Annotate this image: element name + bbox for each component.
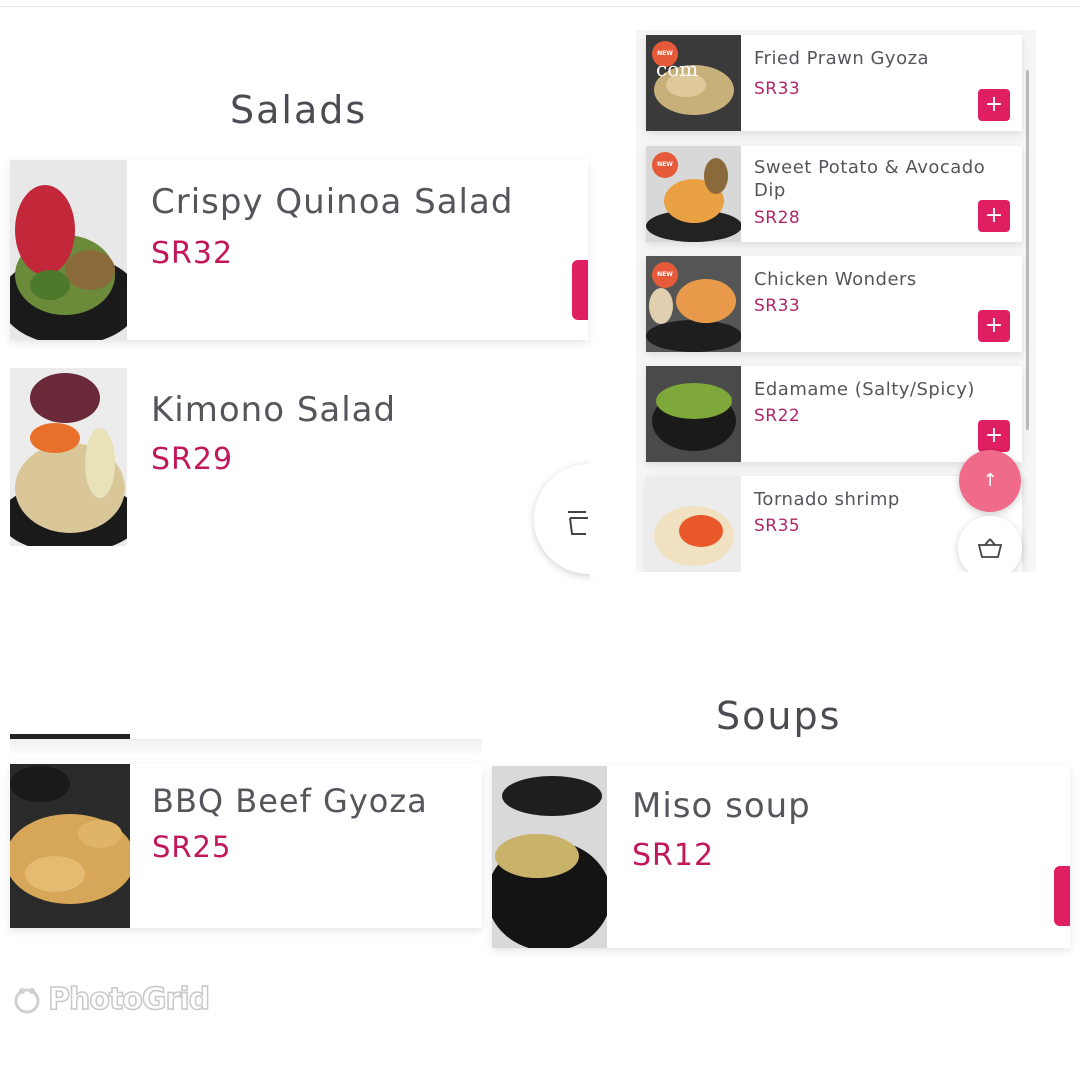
card-divider (10, 739, 482, 753)
item-price: SR28 (754, 208, 801, 228)
add-button[interactable]: + (978, 89, 1010, 121)
menu-item-card[interactable]: NEW com Fried Prawn Gyoza SR33 + (646, 35, 1022, 131)
item-name: Miso soup (632, 786, 811, 826)
arrow-up-icon: ↑ (982, 470, 998, 491)
section-title-soups: Soups (716, 694, 842, 738)
basket-icon (566, 508, 590, 540)
add-to-cart-button[interactable] (572, 260, 588, 320)
menu-item-card[interactable]: BBQ Beef Gyoza SR25 (10, 764, 482, 928)
new-badge: NEW (652, 262, 678, 288)
food-image (10, 764, 130, 928)
item-price: SR33 (754, 296, 801, 316)
menu-item-card[interactable]: NEW Chicken Wonders SR33 + (646, 256, 1022, 352)
menu-item-card[interactable]: Crispy Quinoa Salad SR32 (10, 160, 588, 340)
item-name: Chicken Wonders (754, 269, 917, 290)
add-button[interactable]: + (978, 310, 1010, 342)
photogrid-watermark: PhotoGrid (12, 981, 211, 1018)
photogrid-logo-icon (14, 987, 40, 1013)
menu-list-panel: NEW com Fried Prawn Gyoza SR33 + NEW Swe… (636, 30, 1036, 572)
new-badge: NEW (652, 152, 678, 178)
food-image (492, 766, 607, 948)
add-to-cart-button[interactable] (1054, 866, 1070, 926)
item-name: Sweet Potato & Avocado Dip (754, 157, 986, 201)
scrollbar[interactable] (1026, 70, 1029, 430)
item-price: SR33 (754, 79, 801, 99)
salads-panel: Salads Crispy Quinoa Salad SR32 Kimono S… (0, 0, 650, 580)
item-name: Fried Prawn Gyoza (754, 48, 930, 69)
item-price: SR35 (754, 516, 801, 536)
item-price: SR22 (754, 406, 801, 426)
item-name: Edamame (Salty/Spicy) (754, 379, 975, 400)
food-image (10, 368, 127, 546)
item-name: Crispy Quinoa Salad (151, 182, 514, 222)
menu-item-card[interactable]: Edamame (Salty/Spicy) SR22 + (646, 366, 1022, 462)
food-image (646, 366, 741, 462)
add-button[interactable]: + (978, 420, 1010, 452)
item-price: SR12 (632, 838, 715, 873)
item-name: BBQ Beef Gyoza (152, 782, 428, 820)
scroll-to-top-button[interactable]: ↑ (959, 450, 1021, 512)
cart-button[interactable] (958, 516, 1022, 572)
basket-icon (977, 538, 1003, 558)
gyoza-panel: BBQ Beef Gyoza SR25 (10, 730, 482, 950)
add-button[interactable]: + (978, 200, 1010, 232)
menu-item-card[interactable]: Miso soup SR12 (492, 766, 1070, 948)
item-name: Kimono Salad (151, 390, 397, 430)
watermark-overlay: com (656, 57, 699, 81)
food-image (10, 160, 127, 340)
soups-panel: Soups Miso soup SR12 (492, 690, 1070, 970)
item-price: SR25 (152, 830, 232, 864)
item-price: SR29 (151, 442, 234, 477)
menu-item-card[interactable]: NEW Sweet Potato & Avocado Dip SR28 + (646, 146, 1022, 242)
section-title-salads: Salads (230, 88, 368, 132)
watermark-text: PhotoGrid (47, 981, 211, 1018)
item-price: SR32 (151, 236, 234, 271)
food-image (646, 476, 741, 572)
menu-item-card[interactable]: Kimono Salad SR29 (10, 368, 588, 546)
